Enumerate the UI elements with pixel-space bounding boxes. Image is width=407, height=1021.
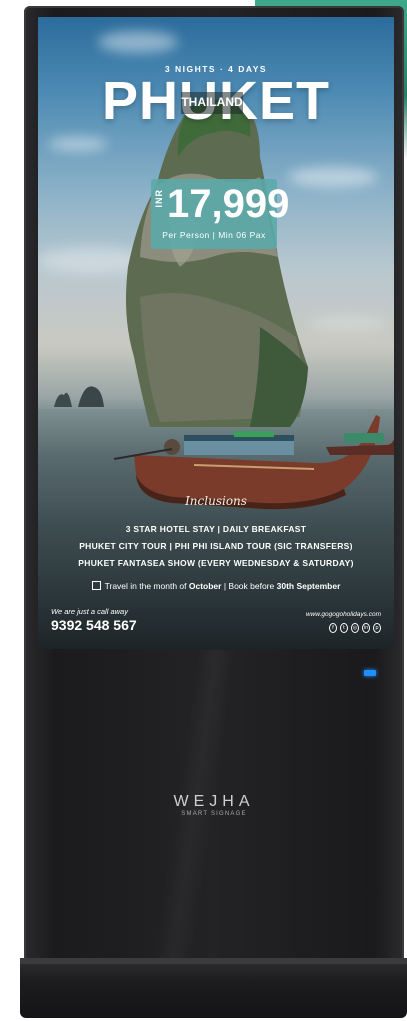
cloud (98, 31, 178, 53)
twitter-icon: t (340, 623, 348, 633)
currency-label: INR (154, 189, 164, 208)
background-boat (326, 433, 394, 455)
facebook-icon: f (329, 623, 337, 633)
limestone-rock (126, 99, 308, 427)
travel-month: October (188, 581, 222, 591)
call-text: We are just a call away (51, 607, 128, 616)
price-note: Per Person | Min 06 Pax (162, 230, 266, 240)
inclusion-line: PHUKET FANTASEA SHOW (EVERY WEDNESDAY & … (78, 558, 354, 568)
phone-number: 9392 548 567 (51, 617, 137, 633)
linkedin-icon: in (362, 623, 370, 633)
price-value: 17,999 (167, 182, 290, 226)
social-icons: f t ◎ in p (329, 623, 381, 633)
kiosk-base-edge (20, 958, 407, 964)
inclusion-line: PHUKET CITY TOUR | PHI PHI ISLAND TOUR (… (79, 541, 353, 551)
travel-prefix: Travel in the month of (104, 581, 189, 591)
country-label: THAILAND (181, 95, 243, 109)
cloud (48, 137, 108, 151)
distant-islands (54, 386, 104, 407)
display-screen: 3 NIGHTS · 4 DAYS PHUKET THAILAND INR 17… (38, 17, 394, 649)
calendar-icon (91, 581, 101, 590)
travel-separator: | Book before (221, 581, 277, 591)
cloud (308, 317, 388, 329)
status-led (364, 670, 376, 676)
travel-dates: Travel in the month of October | Book be… (38, 581, 394, 591)
brand-logo: WEJHA (173, 793, 255, 810)
instagram-icon: ◎ (351, 623, 359, 633)
pinterest-icon: p (373, 623, 381, 633)
website-url: www.gogogoholidays.com (305, 611, 381, 618)
brand-tagline: SMART SIGNAGE (181, 811, 247, 817)
inclusion-line: 3 STAR HOTEL STAY | DAILY BREAKFAST (125, 524, 307, 534)
kiosk-base (20, 958, 407, 1018)
booking-deadline: 30th September (276, 581, 341, 591)
inclusions-heading: Inclusions (185, 494, 247, 508)
